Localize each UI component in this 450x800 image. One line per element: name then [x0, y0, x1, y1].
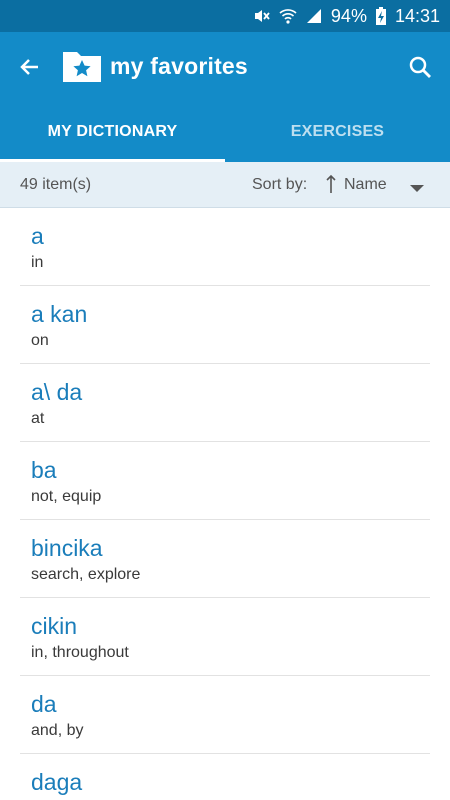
favorites-list: a in a kan on a\ da at ba not, equip bin… — [0, 208, 450, 800]
entry-term: a\ da — [31, 379, 83, 405]
entry-term: daga — [31, 769, 83, 795]
entry-term: bincika — [31, 535, 103, 561]
signal-icon — [305, 7, 323, 25]
sort-direction-icon[interactable] — [325, 174, 337, 199]
search-button[interactable] — [404, 51, 436, 83]
page-title: my favorites — [110, 53, 248, 79]
entry-translation: at — [31, 410, 45, 427]
list-item[interactable]: a in — [20, 208, 430, 286]
entry-translation: in, throughout — [31, 644, 129, 661]
wifi-icon — [279, 7, 297, 25]
list-item[interactable]: da and, by — [20, 676, 430, 754]
list-item[interactable]: bincika search, explore — [20, 520, 430, 598]
item-count: 49 item(s) — [20, 175, 92, 193]
entry-term: ba — [31, 457, 57, 483]
battery-percent: 94% — [330, 5, 367, 26]
status-bar: 94% 14:31 — [0, 0, 450, 32]
tab-bar: MY DICTIONARY EXERCISES — [0, 102, 450, 162]
clock: 14:31 — [394, 5, 440, 26]
sort-label: Sort by: — [252, 175, 308, 193]
entry-translation: not, equip — [31, 488, 102, 505]
back-button[interactable] — [14, 51, 46, 83]
list-item[interactable]: a kan on — [20, 286, 430, 364]
list-item[interactable]: a\ da at — [20, 364, 430, 442]
app-bar: my favorites — [0, 32, 450, 102]
entry-term: cikin — [31, 613, 78, 639]
search-icon — [409, 56, 431, 78]
entry-translation: search, explore — [31, 566, 141, 583]
back-arrow-icon — [20, 59, 38, 75]
list-item[interactable]: ba not, equip — [20, 442, 430, 520]
list-item[interactable]: daga — [20, 754, 430, 800]
tab-exercises[interactable]: EXERCISES — [225, 102, 450, 162]
entry-translation: and, by — [31, 722, 84, 739]
battery-charging-icon — [375, 6, 387, 26]
entry-translation: on — [31, 332, 49, 349]
entry-term: a — [31, 223, 44, 249]
mute-icon — [253, 7, 271, 25]
dropdown-arrow-icon[interactable] — [410, 180, 424, 198]
sort-bar: 49 item(s) Sort by: Name — [0, 162, 450, 208]
list-item[interactable]: cikin in, throughout — [20, 598, 430, 676]
sort-value[interactable]: Name — [344, 176, 387, 194]
entry-translation: in — [31, 254, 44, 271]
tab-my-dictionary[interactable]: MY DICTIONARY — [0, 102, 225, 162]
entry-term: a kan — [31, 301, 88, 327]
favorite-folder-icon — [62, 49, 102, 83]
entry-term: da — [31, 691, 57, 717]
